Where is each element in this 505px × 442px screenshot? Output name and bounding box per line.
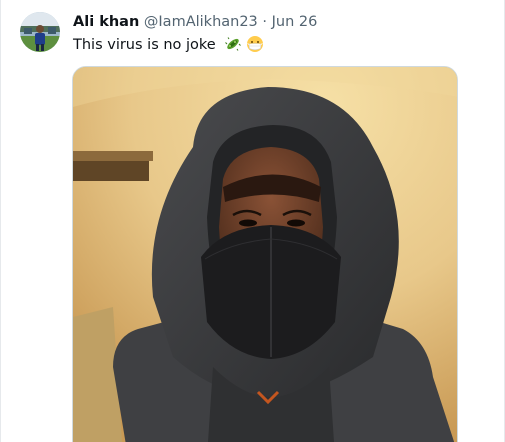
author-name[interactable]: Ali khan: [73, 14, 139, 30]
face-with-medical-mask-emoji: [246, 35, 264, 60]
microbe-emoji: [224, 35, 242, 60]
tweet-card[interactable]: Ali khan @IamAlikhan23 · Jun 26 This vir…: [0, 0, 505, 442]
author-handle[interactable]: @IamAlikhan23: [144, 14, 258, 30]
tweet-date[interactable]: Jun 26: [272, 14, 318, 30]
tweet-header: Ali khan @IamAlikhan23 · Jun 26: [73, 11, 317, 33]
tweet-text: This virus is no joke: [73, 34, 264, 60]
tweet-photo[interactable]: [72, 66, 458, 442]
header-separator: ·: [262, 14, 268, 30]
avatar[interactable]: [20, 12, 60, 52]
tweet-text-content: This virus is no joke: [73, 37, 216, 53]
page: Ali khan @IamAlikhan23 · Jun 26 This vir…: [0, 0, 505, 442]
